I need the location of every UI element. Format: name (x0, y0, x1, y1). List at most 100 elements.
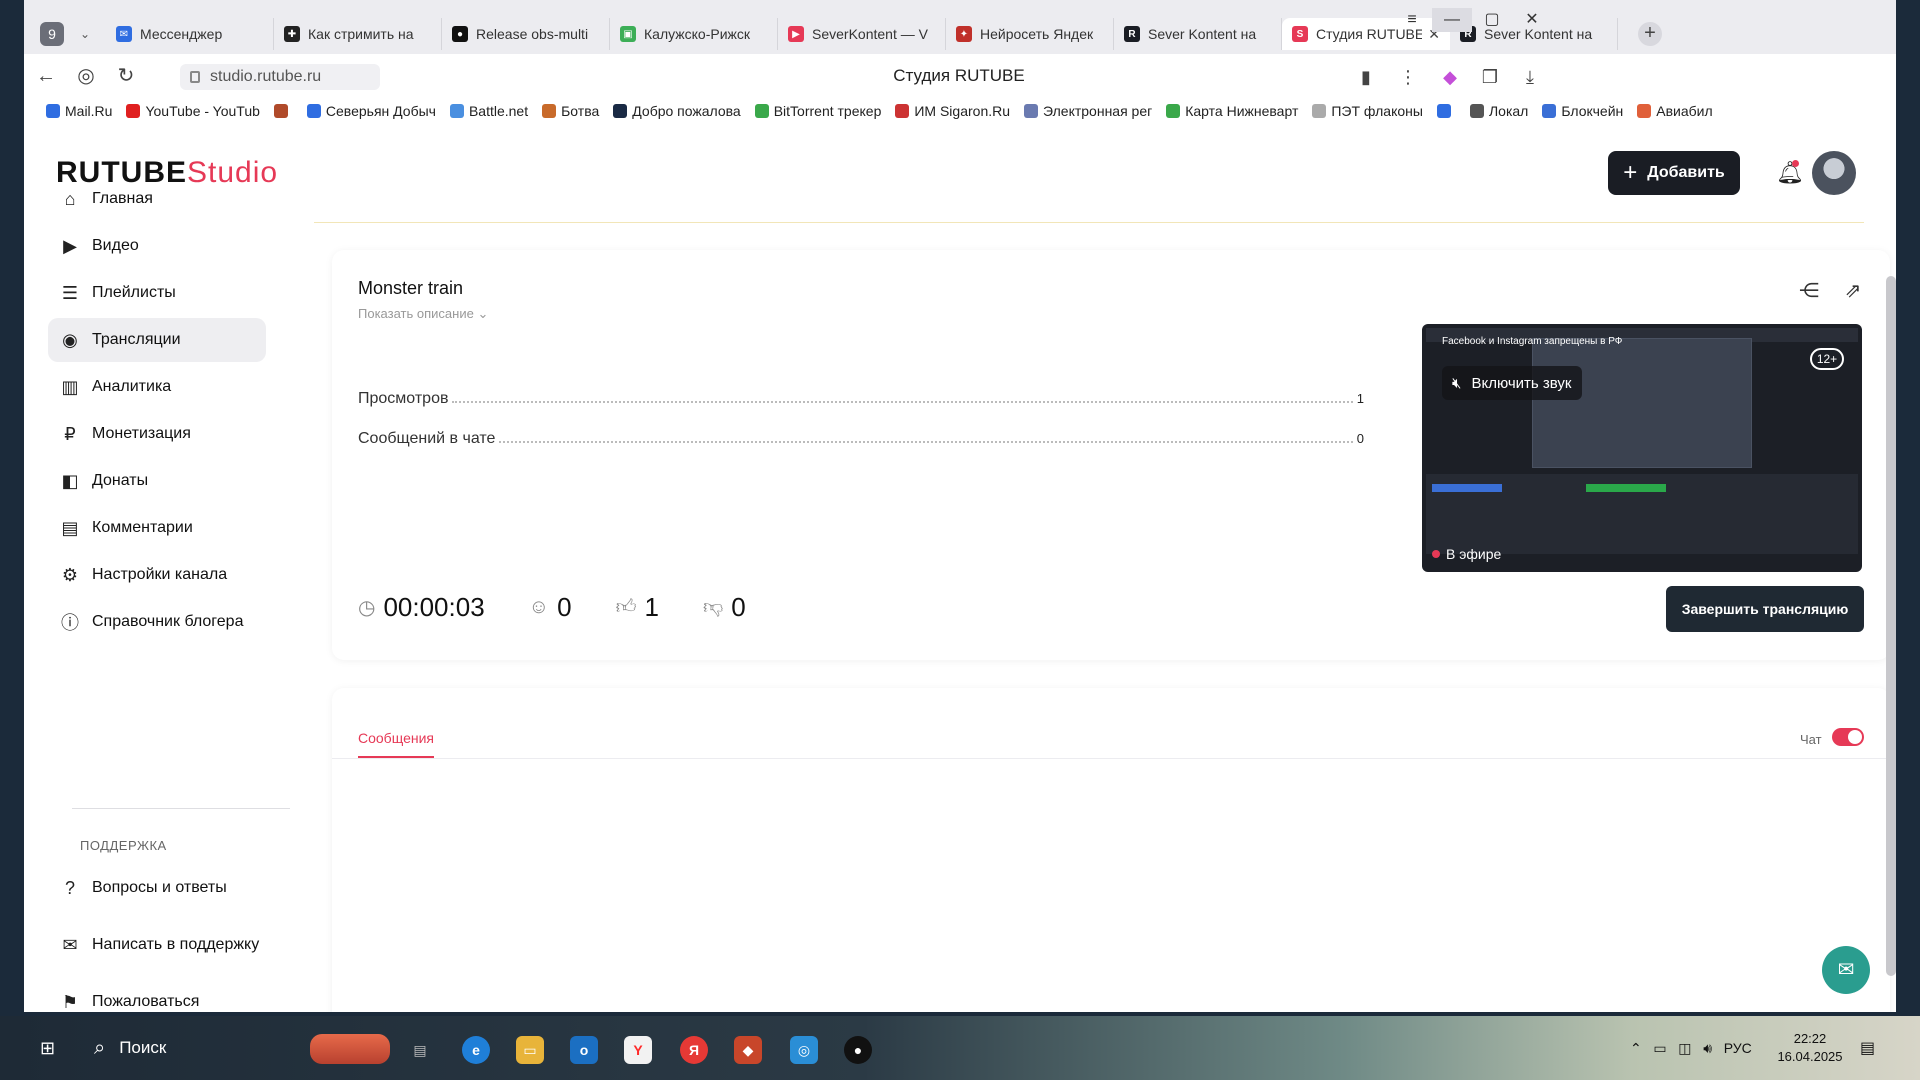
browser-tab[interactable]: ✦ Нейросеть Яндек (946, 18, 1114, 50)
stat-value: 1 (1356, 391, 1364, 406)
browser-tab[interactable]: ✚ Как стримить на (274, 18, 442, 50)
bookmark-item[interactable]: Блокчейн (1542, 103, 1623, 119)
back-arrow-icon[interactable]: ← (32, 64, 60, 88)
bookmark-item[interactable]: YouTube - YouTub (126, 103, 260, 119)
page-scrollbar[interactable] (1886, 276, 1896, 976)
plus-icon: + (1623, 159, 1638, 186)
outlook-icon[interactable]: o (570, 1036, 598, 1064)
extension-icon[interactable]: ◆ (1438, 65, 1462, 89)
menu-icon[interactable]: ≡ (1392, 8, 1432, 32)
bookmark-label: ПЭТ флаконы (1331, 103, 1423, 119)
thumbs-down-icon: 👎︎ (702, 596, 724, 618)
sidebar-item-label: Донаты (92, 472, 149, 489)
taskbar: ⊞ ⌕ Поиск ▤ e ▭ o Y Я ◆ ◎ ● ⌃ ▭ ◫ 🔊︎ РУС… (0, 1016, 1920, 1080)
app-icon[interactable]: ◎ (790, 1036, 818, 1064)
sidebar-divider (72, 808, 290, 809)
add-button[interactable]: + Добавить (1608, 151, 1740, 195)
chat-card: Сообщения Чат (332, 688, 1890, 1012)
bookmark-favicon-icon (1024, 104, 1039, 118)
collections-icon[interactable]: ❐ (1478, 65, 1502, 89)
app-icon[interactable]: ◆ (734, 1036, 762, 1064)
bookmark-item[interactable]: Battle.net (449, 103, 528, 119)
avatar[interactable] (1812, 151, 1856, 195)
show-description-link[interactable]: Показать описание ⌄ (358, 306, 488, 322)
support-chat-button[interactable]: ✉ (1822, 946, 1870, 994)
bookmark-item[interactable]: Электронная рег (1024, 103, 1152, 119)
bookmark-item[interactable]: BitTorrent трекер (754, 103, 881, 119)
sidebar-item[interactable]: ₽ Монетизация (48, 412, 266, 456)
bookmark-favicon-icon (754, 104, 769, 118)
sidebar-item[interactable]: ▥ Аналитика (48, 365, 266, 409)
stat-row-chat-messages: Сообщений в чате 0 (358, 430, 1364, 450)
explorer-icon[interactable]: ▭ (516, 1036, 544, 1064)
end-stream-button[interactable]: Завершить трансляцию (1666, 586, 1864, 632)
bookmark-icon[interactable]: ▮ (1354, 65, 1378, 89)
browser-tab[interactable]: ▶ SeverKontent — V (778, 18, 946, 50)
bookmark-item[interactable] (1436, 104, 1456, 118)
unmute-button[interactable]: 🔇︎ Включить звук (1442, 366, 1582, 400)
maximize-button[interactable]: ▢ (1472, 8, 1512, 32)
bookmark-item[interactable]: Mail.Ru (46, 103, 112, 119)
sidebar-item[interactable]: ⚙ Настройки канала (48, 553, 266, 597)
minimize-button[interactable]: — (1432, 8, 1472, 32)
close-window-button[interactable]: ✕ (1512, 8, 1552, 32)
bookmark-item[interactable]: Авиабил (1637, 103, 1713, 119)
tab-messages[interactable]: Сообщения (358, 730, 434, 758)
yandex-icon[interactable]: Я (680, 1036, 708, 1064)
browser-tab[interactable]: ▣ Калужско-Рижск (610, 18, 778, 50)
sidebar-item[interactable]: ☰ Плейлисты (48, 271, 266, 315)
language-indicator[interactable]: РУС (1724, 1040, 1752, 1056)
age-rating-badge: 12+ (1810, 348, 1844, 370)
browser-tab[interactable]: R Sever Kontent на (1114, 18, 1282, 50)
sidebar-item[interactable]: ◉ Трансляции (48, 318, 266, 362)
tab-count-button[interactable]: 9 (40, 22, 64, 46)
address-bar: ← ◎ ↻ studio.rutube.ru Студия RUTUBE ▮ ⋮… (24, 54, 1896, 98)
task-view-icon[interactable]: ▤ (406, 1036, 434, 1064)
bookmark-item[interactable]: ПЭТ флаконы (1312, 103, 1423, 119)
add-button-label: Добавить (1647, 164, 1725, 181)
more-icon[interactable]: ⋮ (1396, 65, 1420, 89)
sidebar-item-icon: ☰ (61, 282, 79, 303)
download-icon[interactable]: ⤓ (1518, 65, 1542, 89)
bookmark-item[interactable]: Ботва (542, 103, 599, 119)
obs-icon[interactable]: ● (844, 1036, 872, 1064)
bookmark-item[interactable]: Локал (1469, 103, 1528, 119)
edge-icon[interactable]: e (462, 1036, 490, 1064)
taskbar-clock[interactable]: 22:22 16.04.2025 (1776, 1030, 1844, 1066)
sidebar-item[interactable]: ▤ Комментарии (48, 506, 266, 550)
sidebar-item-icon: ◉ (62, 329, 78, 350)
sidebar-item[interactable]: ⓘ Справочник блогера (48, 600, 266, 644)
chevron-down-icon[interactable]: ⌄ (74, 22, 96, 46)
bookmark-item[interactable]: Карта Нижневарт (1166, 103, 1298, 119)
external-link-icon[interactable]: ⇗ (1840, 278, 1866, 304)
windows-start-icon[interactable]: ⊞ (40, 1038, 60, 1058)
bookmark-item[interactable]: Северьян Добыч (306, 103, 436, 119)
browser-tab[interactable]: ✉ Мессенджер (106, 18, 274, 50)
system-tray[interactable]: ⌃ ▭ ◫ 🔊︎ РУС (1630, 1040, 1752, 1057)
bookmark-favicon-icon (1312, 104, 1327, 118)
chat-toggle[interactable] (1832, 728, 1864, 746)
sidebar-item[interactable]: ▶ Видео (48, 224, 266, 268)
show-description-label: Показать описание (358, 306, 474, 321)
bookmark-item[interactable]: ИМ Sigaron.Ru (895, 103, 1010, 119)
yandex-browser-icon[interactable]: Y (624, 1036, 652, 1064)
protect-icon[interactable]: ◎ (72, 64, 100, 88)
support-item[interactable]: ✉ Написать в поддержку (48, 923, 266, 967)
notification-center-icon[interactable]: ▤ (1860, 1038, 1884, 1060)
preview-frame (1432, 484, 1502, 492)
support-item[interactable]: ? Вопросы и ответы (48, 866, 266, 910)
chat-divider (332, 758, 1890, 759)
live-label: В эфире (1446, 546, 1502, 562)
bookmark-item[interactable] (273, 104, 293, 118)
browser-tab[interactable]: ● Release obs-multi (442, 18, 610, 50)
bookmark-item[interactable]: Добро пожалова (613, 103, 741, 119)
share-icon[interactable]: ⋲ (1796, 278, 1822, 304)
stream-preview-player[interactable]: Facebook и Instagram запрещены в РФ 🔇︎ В… (1422, 324, 1862, 572)
reload-icon[interactable]: ↻ (112, 64, 140, 88)
url-field[interactable]: studio.rutube.ru (180, 64, 380, 90)
sidebar-item[interactable]: ⌂ Главная (48, 177, 266, 221)
support-item[interactable]: ⚑ Пожаловаться (48, 980, 266, 1012)
new-tab-button[interactable]: + (1638, 22, 1662, 46)
studio-page: RUTUBEStudio + Добавить 🔔︎ ⌂ Главная ▶ Виде… (24, 126, 1896, 1012)
sidebar-item[interactable]: ◧ Донаты (48, 459, 266, 503)
